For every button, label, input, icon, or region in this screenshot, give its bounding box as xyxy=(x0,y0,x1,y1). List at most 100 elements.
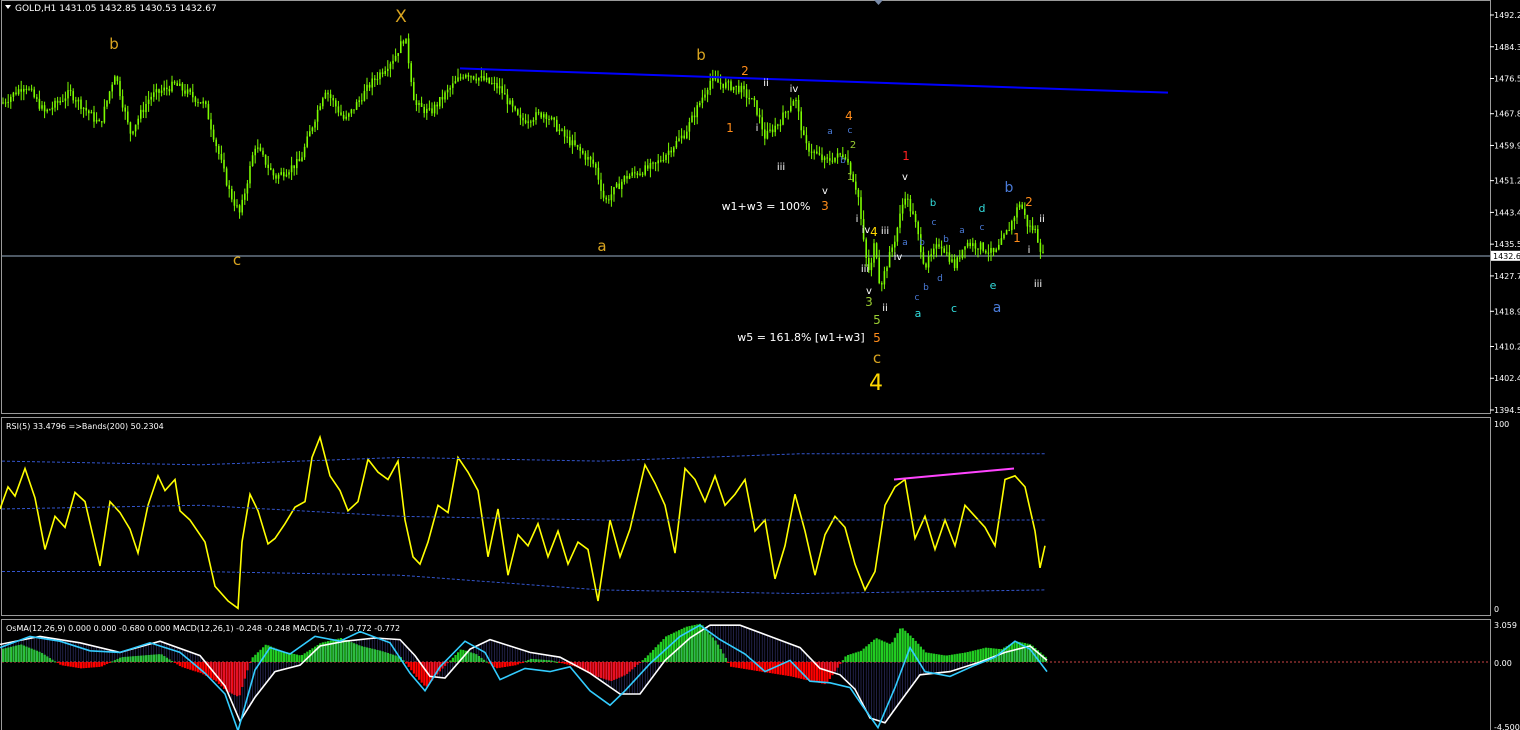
candle-body xyxy=(428,108,431,110)
osma-bar xyxy=(293,653,296,662)
candle-body xyxy=(719,82,722,84)
candle-body xyxy=(173,81,176,84)
chart-canvas[interactable]: Xbcab2iiiv1 iiii4a c2b1v3w1+w3 = 100%w5 = … xyxy=(0,0,1520,730)
candle-body xyxy=(522,117,524,121)
rsi-line xyxy=(0,434,1046,610)
osma-bar xyxy=(100,662,103,667)
candle-body xyxy=(267,164,269,168)
wave-label-one: 1 xyxy=(726,121,734,135)
candle-body xyxy=(106,100,108,107)
osma-bar xyxy=(298,655,301,662)
candle-body xyxy=(23,88,25,92)
candle-body xyxy=(413,82,415,101)
scroll-marker-icon[interactable] xyxy=(874,0,883,5)
candle-body xyxy=(238,205,241,213)
trendline-layer[interactable] xyxy=(459,67,1169,94)
wave-label-c-c2: c xyxy=(915,293,920,303)
candle-body xyxy=(387,68,389,72)
osma-bar xyxy=(641,660,644,662)
osma-bar xyxy=(899,628,902,662)
candle-body xyxy=(631,172,633,176)
candle-body xyxy=(1026,214,1029,227)
osma-bar xyxy=(854,652,857,662)
candle-body xyxy=(137,118,139,125)
candle-body xyxy=(288,172,290,175)
candle-body xyxy=(836,153,839,158)
candle-body xyxy=(961,249,964,259)
candle-body xyxy=(660,160,662,162)
candle-body xyxy=(93,112,95,122)
wave-label-iii3: iii xyxy=(861,264,869,275)
candle-body xyxy=(873,243,875,263)
candle-body xyxy=(199,102,202,104)
candle-body xyxy=(392,60,394,64)
osma-bar xyxy=(769,662,772,674)
osma-bar xyxy=(184,662,187,669)
candle-body xyxy=(85,107,87,111)
candle-body xyxy=(649,162,652,169)
candle-body xyxy=(301,157,303,162)
candle-body xyxy=(769,129,771,131)
wave-label-iii4: iii xyxy=(1034,279,1042,290)
candle-body xyxy=(241,199,243,213)
osma-bar xyxy=(649,652,652,662)
wave-label-i3: i xyxy=(1028,245,1031,256)
candle-body xyxy=(142,109,145,113)
candle-body xyxy=(228,185,230,189)
candle-body xyxy=(111,84,113,92)
candle-body xyxy=(561,129,563,131)
blue-trendline[interactable] xyxy=(459,67,1169,94)
candle-body xyxy=(904,198,906,205)
candle-body xyxy=(504,93,506,95)
candle-body xyxy=(259,147,262,151)
candle-body xyxy=(613,187,615,195)
candle-body xyxy=(974,243,977,249)
candle-body xyxy=(431,108,433,114)
candle-body xyxy=(30,88,33,90)
candle-body xyxy=(475,78,477,81)
osma-bar xyxy=(945,655,948,662)
osma-bar xyxy=(867,644,870,662)
candle-body xyxy=(478,77,480,81)
candle-body xyxy=(493,82,496,84)
candle-body xyxy=(610,194,613,201)
candle-body xyxy=(77,99,80,102)
price-tick-label: 1459.95 xyxy=(1494,141,1520,150)
candle-body xyxy=(969,242,971,246)
osma-bar xyxy=(98,662,101,667)
dropdown-icon[interactable] xyxy=(5,5,11,9)
osma-bar xyxy=(256,652,259,662)
osma-bar xyxy=(974,650,977,662)
candle-body xyxy=(907,198,909,200)
candle-body xyxy=(215,139,217,147)
candle-body xyxy=(878,257,880,284)
candle-body xyxy=(36,97,38,99)
osma-bar xyxy=(457,652,460,662)
wave-label-w1w3: w1+w3 = 100% xyxy=(722,200,811,213)
rsi-divergence-line[interactable] xyxy=(893,467,1015,481)
candle-body xyxy=(647,165,649,169)
rsi-band-upper xyxy=(1,453,1045,466)
candle-body xyxy=(657,160,659,164)
wave-label-ii2: ii xyxy=(882,303,888,314)
candle-body xyxy=(548,119,550,121)
candle-body xyxy=(550,117,553,120)
candle-body xyxy=(491,82,493,84)
osma-bar xyxy=(69,662,72,667)
osma-bar xyxy=(735,662,738,668)
candle-body xyxy=(212,129,215,140)
candle-body xyxy=(670,150,672,153)
candle-body xyxy=(316,109,319,122)
candle-body xyxy=(764,129,766,139)
candle-body xyxy=(379,72,381,80)
current-price-label: 1432.67 xyxy=(1493,252,1520,261)
wave-label-d-cyan: d xyxy=(937,274,943,284)
rsi-tick-label: 0 xyxy=(1494,605,1499,614)
candle-body xyxy=(839,153,841,155)
price-tick-label: 1418.95 xyxy=(1494,307,1520,316)
candle-body xyxy=(626,176,628,179)
candle-body xyxy=(662,159,665,161)
candle-body xyxy=(654,162,657,164)
candle-body xyxy=(147,99,150,105)
osma-bar xyxy=(186,662,189,669)
